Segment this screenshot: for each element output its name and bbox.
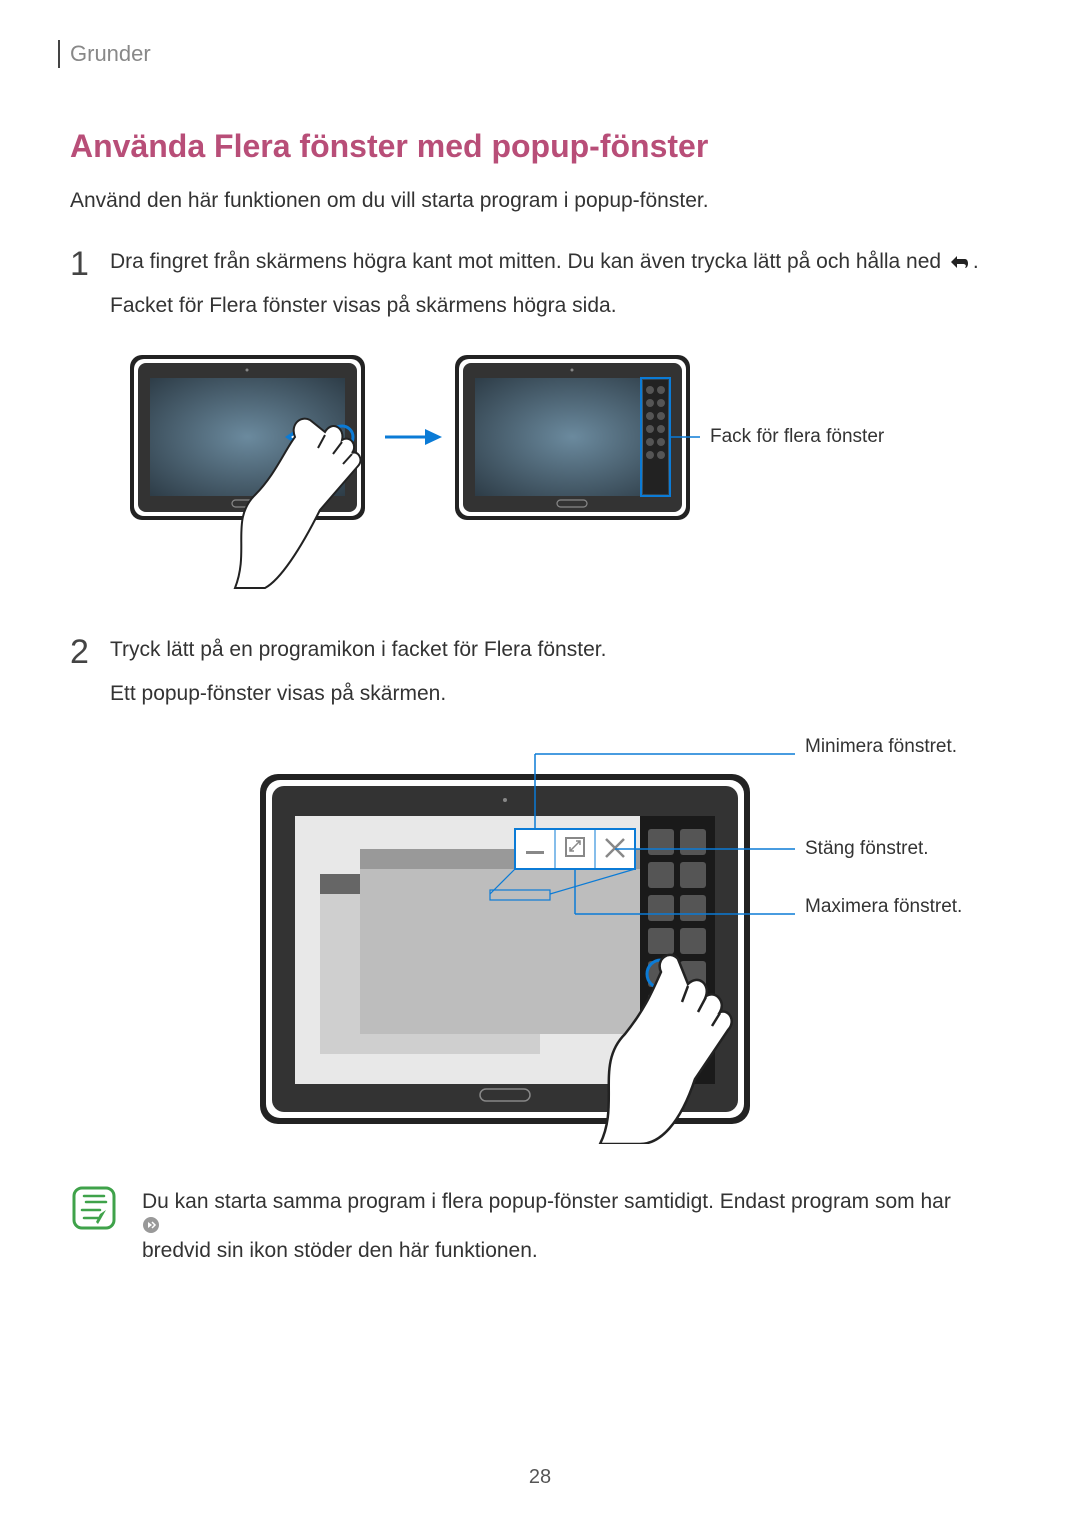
figure-2: Minimera fönstret. Stäng fönstret. Maxim… — [240, 734, 1010, 1144]
header-bar: Grunder — [58, 40, 1010, 68]
step-body: Dra fingret från skärmens högra kant mot… — [110, 247, 1010, 336]
step-2-line-1: Tryck lätt på en programikon i facket fö… — [110, 635, 1010, 665]
intro-text: Använd den här funktionen om du vill sta… — [70, 189, 1010, 213]
step-body: Tryck lätt på en programikon i facket fö… — [110, 635, 1010, 724]
step-1-line-2: Facket för Flera fönster visas på skärme… — [110, 291, 1010, 321]
back-icon — [947, 252, 973, 272]
figure-1: Fack för flera fönster — [120, 350, 1010, 595]
step-2-line-2: Ett popup-fönster visas på skärmen. — [110, 679, 1010, 709]
note-block: Du kan starta samma program i flera popu… — [70, 1184, 1010, 1267]
callout-tray: Fack för flera fönster — [710, 426, 885, 447]
page-number: 28 — [0, 1466, 1080, 1489]
transition-arrow — [385, 429, 442, 445]
step-2: 2 Tryck lätt på en programikon i facket … — [70, 635, 1010, 724]
section-title: Använda Flera fönster med popup-fönster — [70, 128, 1010, 165]
tablet-right — [455, 355, 690, 520]
step-1-line-1: Dra fingret från skärmens högra kant mot… — [110, 247, 1010, 277]
page-content: Grunder Använda Flera fönster med popup-… — [0, 0, 1080, 1307]
step-number: 2 — [70, 635, 110, 724]
step-number: 1 — [70, 247, 110, 336]
step-1-text-a: Dra fingret från skärmens högra kant mot… — [110, 250, 947, 273]
note-icon — [70, 1184, 118, 1232]
note-text: Du kan starta samma program i flera popu… — [142, 1184, 951, 1267]
note-text-b: bredvid sin ikon stöder den här funktion… — [142, 1239, 538, 1262]
step-1-text-b: . — [973, 250, 979, 273]
header-title: Grunder — [70, 41, 151, 67]
callout-minimize-1: Minimera fönstret. — [805, 736, 957, 757]
multi-instance-icon — [142, 1217, 951, 1235]
step-1: 1 Dra fingret från skärmens högra kant m… — [70, 247, 1010, 336]
callout-close: Stäng fönstret. — [805, 838, 929, 859]
callout-maximize-1: Maximera fönstret. — [805, 896, 962, 917]
note-text-a: Du kan starta samma program i flera popu… — [142, 1190, 951, 1213]
